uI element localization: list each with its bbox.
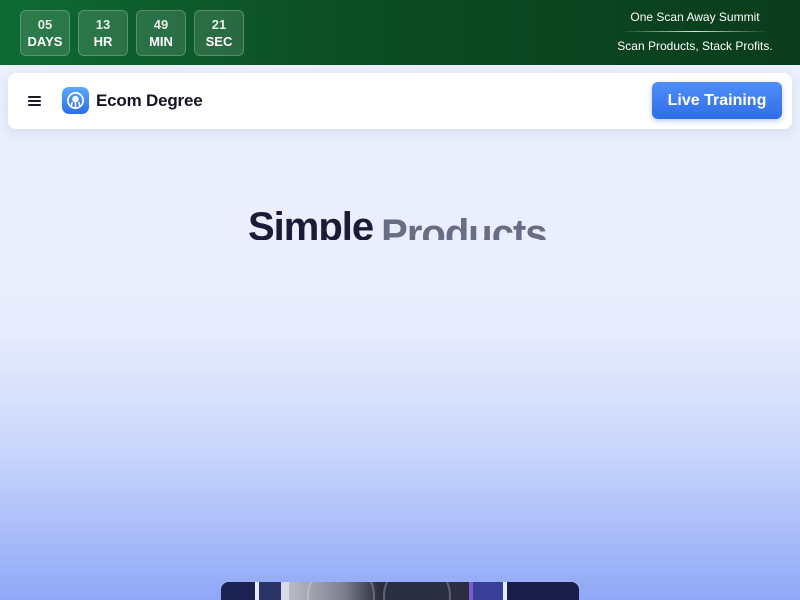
- video-light-ring: [383, 582, 451, 600]
- countdown-timer: 05 DAYS 13 HR 49 MIN 21 SEC: [20, 10, 244, 56]
- live-training-button[interactable]: Live Training: [652, 82, 782, 119]
- countdown-days: 05 DAYS: [20, 10, 70, 56]
- video-light-ring: [307, 582, 375, 600]
- countdown-days-value: 05: [37, 16, 53, 32]
- video-frame-segment: [473, 582, 503, 600]
- countdown-minutes-label: MIN: [149, 33, 173, 49]
- hero-heading: Simple Products: [248, 200, 547, 240]
- video-frame-segment: [221, 582, 255, 600]
- summit-subtitle: Scan Products, Stack Profits.: [617, 39, 773, 53]
- summit-title: One Scan Away Summit: [630, 10, 760, 24]
- video-frame-segment: [259, 582, 281, 600]
- countdown-seconds-label: SEC: [205, 33, 233, 49]
- video-frame-segment: [281, 582, 289, 600]
- site-header: Ecom Degree Live Training: [8, 73, 792, 129]
- menu-line: [28, 100, 41, 102]
- menu-line: [28, 104, 41, 106]
- countdown-minutes-value: 49: [153, 16, 169, 32]
- brand-name: Ecom Degree: [96, 90, 203, 110]
- brand-home-link[interactable]: Ecom Degree: [62, 87, 203, 114]
- hero-word-simple: Simple: [248, 205, 374, 240]
- countdown-seconds-value: 21: [211, 16, 227, 32]
- video-frame-segment: [507, 582, 579, 600]
- ecom-degree-logo-icon: [62, 87, 89, 114]
- hero-word-products: Products: [381, 212, 547, 240]
- summit-promo: One Scan Away Summit Scan Products, Stac…: [610, 9, 780, 54]
- countdown-hours-value: 13: [95, 16, 111, 32]
- countdown-hours-label: HR: [93, 33, 113, 49]
- countdown-days-label: DAYS: [27, 33, 63, 49]
- countdown-seconds: 21 SEC: [194, 10, 244, 56]
- countdown-hours: 13 HR: [78, 10, 128, 56]
- video-preview[interactable]: [221, 582, 579, 600]
- countdown-minutes: 49 MIN: [136, 10, 186, 56]
- top-promo-bar: 05 DAYS 13 HR 49 MIN 21 SEC One Scan Awa…: [0, 0, 800, 65]
- promo-divider: [620, 31, 770, 32]
- menu-line: [28, 96, 41, 98]
- hamburger-menu-icon[interactable]: [26, 91, 44, 111]
